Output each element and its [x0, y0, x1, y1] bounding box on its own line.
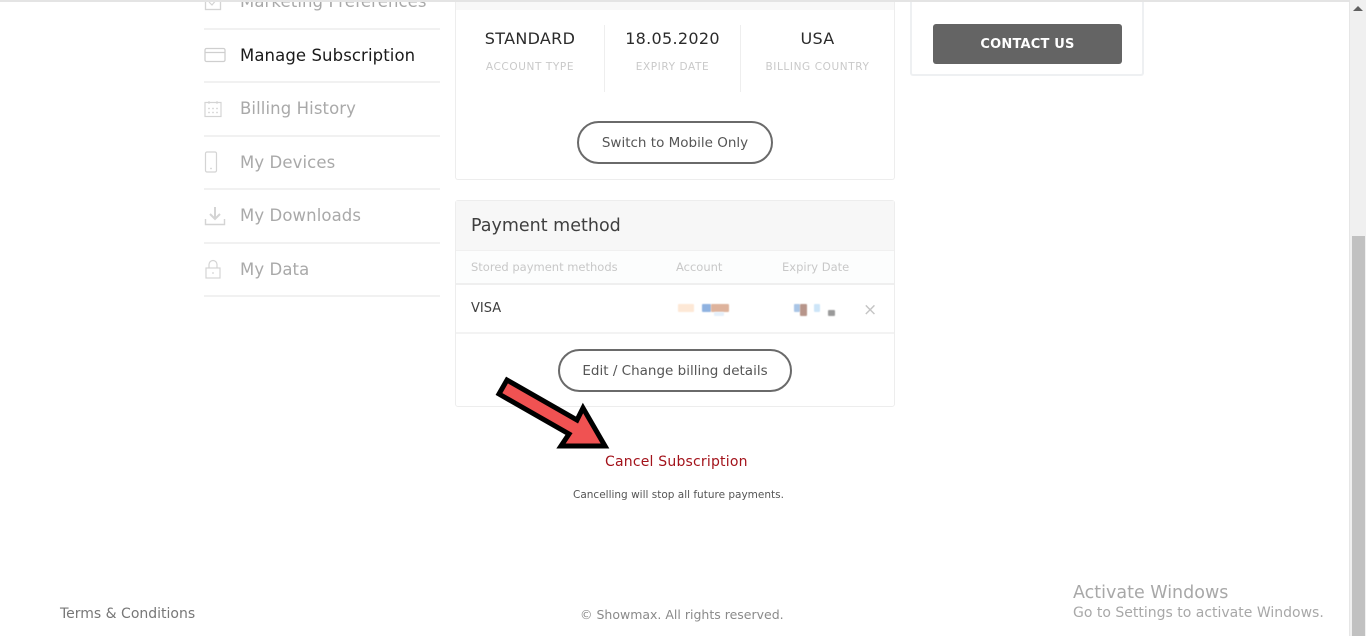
cancel-note: Cancelling will stop all future payments…: [573, 489, 784, 501]
payment-row: VISA ×: [456, 285, 894, 334]
switch-to-mobile-button[interactable]: Switch to Mobile Only: [577, 121, 773, 164]
stat-value: STANDARD: [484, 29, 576, 48]
sidebar-item-label: My Devices: [240, 152, 336, 172]
payment-table-header: Stored payment methods Account Expiry Da…: [456, 251, 894, 285]
sidebar-item-label: My Data: [240, 259, 310, 279]
column-header-expiry: Expiry Date: [782, 260, 850, 274]
subscription-card: STANDARD ACCOUNT TYPE 18.05.2020 EXPIRY …: [455, 0, 895, 180]
stat-value: USA: [800, 29, 835, 48]
sidebar-item-my-devices[interactable]: My Devices: [204, 137, 440, 190]
calendar-icon: [204, 100, 240, 118]
sidebar-item-label: My Downloads: [240, 206, 362, 226]
sidebar-item-billing-history[interactable]: Billing History: [204, 83, 440, 137]
annotation-arrow-icon: [495, 376, 610, 449]
stat-caption: EXPIRY DATE: [635, 61, 710, 73]
column-header-method: Stored payment methods: [471, 260, 618, 274]
lock-icon: [204, 259, 240, 279]
cancel-subscription-link[interactable]: Cancel Subscription: [605, 454, 748, 470]
sidebar-item-label: Billing History: [240, 99, 357, 119]
remove-payment-icon[interactable]: ×: [863, 300, 877, 320]
sidebar-item-my-downloads[interactable]: My Downloads: [204, 190, 440, 244]
scroll-thumb[interactable]: [1352, 236, 1365, 636]
payment-method-title: Payment method: [456, 201, 894, 251]
sidebar-item-marketing-preferences[interactable]: Marketing Preferences: [204, 0, 440, 30]
stat-value: 18.05.2020: [625, 29, 720, 48]
account-sidebar: Marketing Preferences Manage Subscriptio…: [204, 0, 440, 297]
stat-account-type: STANDARD ACCOUNT TYPE: [456, 25, 605, 92]
sidebar-item-my-data[interactable]: My Data: [204, 244, 440, 297]
page-scrollbar[interactable]: [1349, 0, 1366, 636]
copyright-text: © Showmax. All rights reserved.: [580, 607, 784, 622]
top-border: [0, 0, 1350, 3]
subscription-stats: STANDARD ACCOUNT TYPE 18.05.2020 EXPIRY …: [456, 25, 894, 92]
stat-expiry-date: 18.05.2020 EXPIRY DATE: [605, 25, 741, 92]
stat-caption: BILLING COUNTRY: [765, 61, 870, 73]
stat-caption: ACCOUNT TYPE: [485, 61, 575, 73]
sidebar-item-manage-subscription[interactable]: Manage Subscription: [204, 30, 440, 83]
sidebar-item-label: Manage Subscription: [240, 45, 416, 65]
column-header-account: Account: [676, 260, 723, 274]
windows-activation-watermark: Activate Windows Go to Settings to activ…: [1073, 583, 1324, 621]
payment-method-name: VISA: [471, 301, 502, 316]
watermark-title: Activate Windows: [1073, 583, 1229, 603]
scroll-up-arrow-icon[interactable]: [1353, 6, 1363, 11]
contact-us-button[interactable]: CONTACT US: [933, 24, 1122, 64]
phone-icon: [204, 151, 240, 173]
contact-card: support@showmax.com CONTACT US: [910, 0, 1144, 76]
stat-billing-country: USA BILLING COUNTRY: [741, 25, 894, 92]
card-icon: [204, 47, 240, 63]
download-icon: [204, 206, 240, 226]
watermark-subtitle: Go to Settings to activate Windows.: [1073, 605, 1324, 621]
terms-conditions-link[interactable]: Terms & Conditions: [60, 606, 195, 622]
